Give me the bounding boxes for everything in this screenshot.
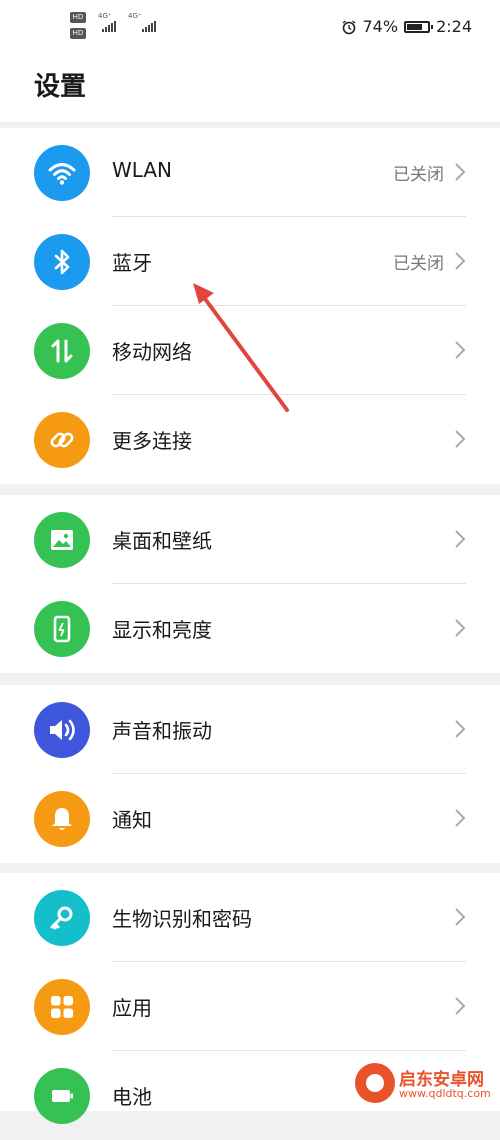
watermark-logo-icon bbox=[355, 1063, 395, 1103]
chevron-right-icon bbox=[455, 809, 466, 827]
status-bar: HD HD 4G⁺ 4G⁺ 74% 2:24 bbox=[0, 0, 500, 52]
signal-bars-icon-2 bbox=[142, 20, 156, 32]
settings-row-label: WLAN bbox=[112, 158, 173, 182]
settings-row-label: 电池 bbox=[112, 1085, 152, 1109]
clock-time: 2:24 bbox=[436, 17, 472, 36]
wallpaper-icon bbox=[34, 512, 90, 568]
chevron-right-icon bbox=[455, 720, 466, 738]
watermark-logo: 启东安卓网 www.qdldtq.com bbox=[355, 1063, 491, 1105]
settings-row-label: 生物识别和密码 bbox=[112, 907, 252, 931]
settings-row-biometrics[interactable]: 生物识别和密码 bbox=[0, 873, 500, 962]
sound-icon bbox=[34, 702, 90, 758]
settings-row-label: 通知 bbox=[112, 808, 152, 832]
status-right: 74% 2:24 bbox=[341, 17, 472, 36]
display-icon bbox=[34, 601, 90, 657]
link-icon bbox=[34, 412, 90, 468]
signal-bars-icon bbox=[102, 20, 116, 32]
settings-row-label: 移动网络 bbox=[112, 340, 192, 364]
settings-row-apps[interactable]: 应用 bbox=[0, 962, 500, 1051]
settings-row-more-connections[interactable]: 更多连接 bbox=[0, 395, 500, 484]
settings-group-sound: 声音和振动 通知 bbox=[0, 685, 500, 863]
chevron-right-icon bbox=[455, 341, 466, 359]
settings-row-label: 显示和亮度 bbox=[112, 618, 212, 642]
settings-row-label: 桌面和壁纸 bbox=[112, 529, 212, 553]
page-header: 设置 bbox=[0, 52, 500, 122]
network-type-b: 4G⁺ bbox=[128, 12, 142, 20]
settings-row-status: 已关闭 bbox=[393, 254, 444, 274]
settings-row-sound[interactable]: 声音和振动 bbox=[0, 685, 500, 774]
wifi-icon bbox=[34, 145, 90, 201]
settings-row-status: 已关闭 bbox=[393, 165, 444, 185]
settings-group-display: 桌面和壁纸 显示和亮度 bbox=[0, 495, 500, 673]
bell-icon bbox=[34, 791, 90, 847]
network-type-a: 4G⁺ bbox=[98, 12, 112, 20]
key-icon bbox=[34, 890, 90, 946]
settings-row-mobile-network[interactable]: 移动网络 bbox=[0, 306, 500, 395]
alarm-clock-icon bbox=[342, 19, 355, 34]
settings-group-connectivity: WLAN 已关闭 蓝牙 已关闭 移动网络 更多连接 bbox=[0, 128, 500, 484]
chevron-right-icon bbox=[455, 908, 466, 926]
settings-row-label: 蓝牙 bbox=[112, 251, 152, 275]
battery-icon bbox=[404, 20, 434, 33]
settings-row-display[interactable]: 显示和亮度 bbox=[0, 584, 500, 673]
chevron-right-icon bbox=[455, 619, 466, 637]
hd-badge: HD bbox=[70, 12, 86, 23]
chevron-right-icon bbox=[455, 163, 466, 181]
settings-row-bluetooth[interactable]: 蓝牙 已关闭 bbox=[0, 217, 500, 306]
settings-row-label: 应用 bbox=[112, 996, 152, 1020]
chevron-right-icon bbox=[455, 530, 466, 548]
chevron-right-icon bbox=[455, 252, 466, 270]
settings-row-wallpaper[interactable]: 桌面和壁纸 bbox=[0, 495, 500, 584]
watermark-url: www.qdldtq.com bbox=[399, 1087, 491, 1100]
apps-grid-icon bbox=[34, 979, 90, 1035]
page-title: 设置 bbox=[34, 72, 87, 102]
settings-row-notifications[interactable]: 通知 bbox=[0, 774, 500, 863]
mobile-network-icon bbox=[34, 323, 90, 379]
battery-percent: 74% bbox=[362, 17, 399, 36]
settings-row-label: 声音和振动 bbox=[112, 719, 212, 743]
chevron-right-icon bbox=[455, 997, 466, 1015]
network-indicators: HD HD 4G⁺ 4G⁺ bbox=[70, 12, 170, 42]
bluetooth-icon bbox=[34, 234, 90, 290]
chevron-right-icon bbox=[455, 430, 466, 448]
settings-row-label: 更多连接 bbox=[112, 429, 192, 453]
settings-row-wlan[interactable]: WLAN 已关闭 bbox=[0, 128, 500, 217]
battery-icon bbox=[34, 1068, 90, 1124]
hd-badge-2: HD bbox=[70, 28, 86, 39]
